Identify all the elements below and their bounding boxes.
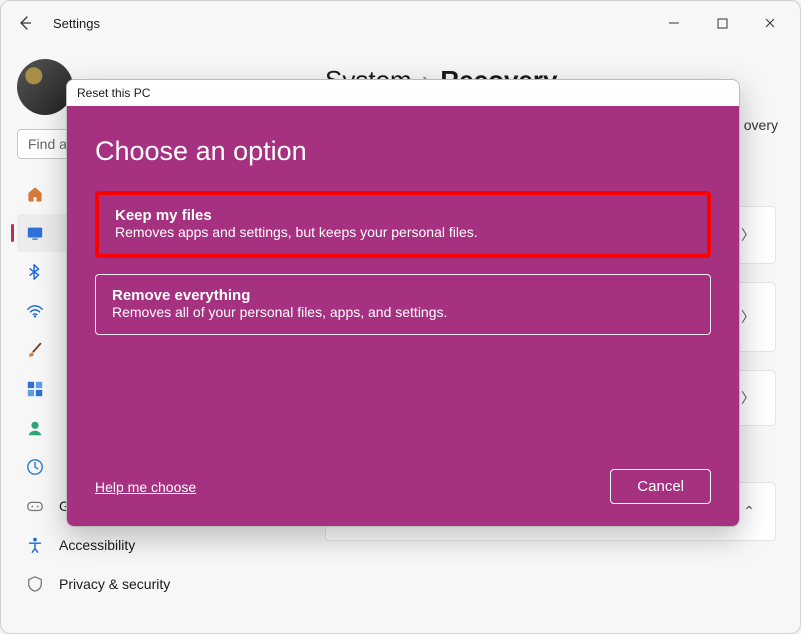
settings-window: Settings Find a (0, 0, 801, 634)
option-remove-everything[interactable]: Remove everything Removes all of your pe… (95, 274, 711, 335)
cancel-button[interactable]: Cancel (610, 469, 711, 504)
minimize-button[interactable] (652, 8, 696, 38)
wifi-icon (25, 301, 45, 321)
chevron-right-icon: 〉 (741, 225, 755, 245)
partial-text: overy (744, 117, 778, 133)
system-icon (25, 223, 45, 243)
sidebar-item-accessibility[interactable]: Accessibility (17, 526, 285, 564)
option-title: Keep my files (115, 207, 691, 224)
sidebar-item-label: Accessibility (59, 537, 135, 553)
avatar (17, 59, 73, 115)
shield-icon (25, 574, 45, 594)
chevron-up-icon: ⌃ (743, 503, 755, 520)
chevron-right-icon: 〉 (741, 307, 755, 327)
account-icon (25, 418, 45, 438)
back-button[interactable] (9, 7, 41, 39)
help-me-choose-link[interactable]: Help me choose (95, 479, 196, 495)
reset-pc-dialog: Reset this PC Choose an option Keep my f… (66, 79, 740, 527)
sidebar-item-label: Privacy & security (59, 576, 170, 592)
time-icon (25, 457, 45, 477)
option-title: Remove everything (112, 287, 694, 304)
option-keep-my-files[interactable]: Keep my files Removes apps and settings,… (95, 191, 711, 258)
close-button[interactable] (748, 8, 792, 38)
apps-icon (25, 379, 45, 399)
titlebar: Settings (1, 1, 800, 45)
option-desc: Removes apps and settings, but keeps you… (115, 224, 691, 240)
chevron-right-icon: 〉 (741, 388, 755, 408)
bluetooth-icon (25, 262, 45, 282)
window-title: Settings (53, 16, 100, 31)
back-arrow-icon (17, 15, 33, 31)
maximize-button[interactable] (700, 8, 744, 38)
dialog-heading: Choose an option (95, 136, 711, 167)
option-desc: Removes all of your personal files, apps… (112, 304, 694, 320)
access-icon (25, 535, 45, 555)
home-icon (25, 184, 45, 204)
sidebar-item-privacy[interactable]: Privacy & security (17, 565, 285, 603)
dialog-frame-title: Reset this PC (67, 80, 739, 106)
game-icon (25, 496, 45, 516)
brush-icon (25, 340, 45, 360)
